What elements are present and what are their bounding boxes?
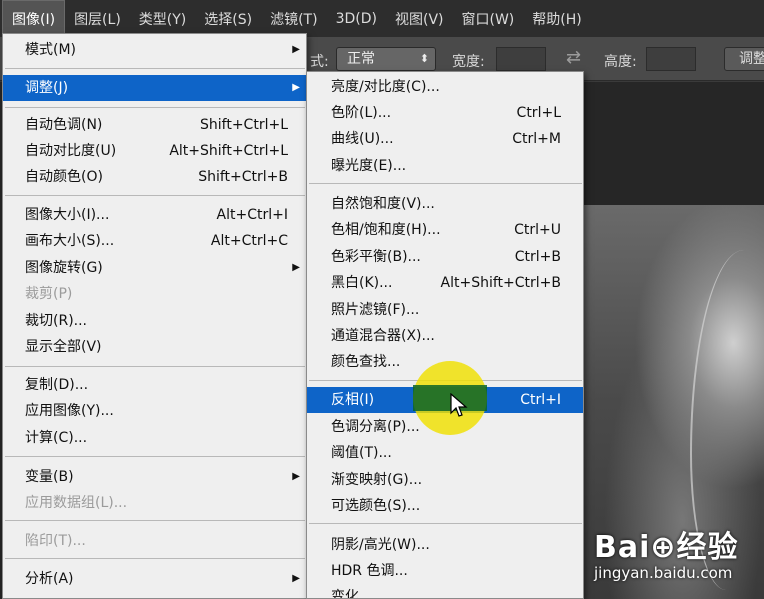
menu-item-brightness-contrast[interactable]: 亮度/对比度(C)... bbox=[307, 74, 583, 100]
menu-item-auto-contrast[interactable]: 自动对比度(U) Alt+Shift+Ctrl+L bbox=[3, 138, 306, 164]
menu-item-apply-image[interactable]: 应用图像(Y)... bbox=[3, 398, 306, 424]
submenu-arrow-icon: ▶ bbox=[292, 573, 300, 584]
width-label: 宽度: bbox=[452, 54, 485, 70]
menu-item-duplicate[interactable]: 复制(D)... bbox=[3, 372, 306, 398]
menu-item-calculations[interactable]: 计算(C)... bbox=[3, 425, 306, 451]
separator bbox=[5, 456, 305, 457]
menu-item-image-rotation[interactable]: 图像旋转(G) ▶ bbox=[3, 255, 306, 281]
width-input[interactable] bbox=[496, 47, 546, 71]
menu-item-auto-color[interactable]: 自动颜色(O) Shift+Ctrl+B bbox=[3, 164, 306, 190]
submenu-arrow-icon: ▶ bbox=[292, 262, 300, 273]
menu-item-hdr-toning[interactable]: HDR 色调... bbox=[307, 558, 583, 584]
submenu-arrow-icon: ▶ bbox=[292, 471, 300, 482]
menu-item-apply-data-set: 应用数据组(L)... bbox=[25, 495, 128, 511]
style-select[interactable]: 正常 ⬍ bbox=[336, 47, 436, 71]
menu-item-hue-saturation[interactable]: 色相/饱和度(H)... Ctrl+U bbox=[307, 217, 583, 243]
menu-item-gradient-map[interactable]: 渐变映射(G)... bbox=[307, 467, 583, 493]
separator bbox=[309, 183, 582, 184]
menu-window[interactable]: 窗口(W) bbox=[453, 0, 524, 37]
mouse-cursor-icon bbox=[450, 393, 468, 417]
adjustments-submenu: 亮度/对比度(C)... 色阶(L)... Ctrl+L 曲线(U)... Ctrl… bbox=[306, 71, 584, 599]
menu-item-variations[interactable]: 变化 bbox=[307, 584, 583, 598]
watermark-logo: Bai⊕经验 bbox=[594, 530, 739, 565]
style-value: 正常 bbox=[347, 51, 375, 67]
menu-item-auto-tone[interactable]: 自动色调(N) Shift+Ctrl+L bbox=[3, 112, 306, 138]
menu-item-shadows-highlights[interactable]: 阴影/高光(W)... bbox=[307, 532, 583, 558]
separator bbox=[5, 107, 305, 108]
menu-item-reveal-all[interactable]: 显示全部(V) bbox=[3, 334, 306, 360]
submenu-arrow-icon: ▶ bbox=[292, 44, 300, 55]
menu-view[interactable]: 视图(V) bbox=[386, 0, 453, 37]
menu-item-levels[interactable]: 色阶(L)... Ctrl+L bbox=[307, 100, 583, 126]
menu-3d[interactable]: 3D(D) bbox=[327, 0, 386, 37]
menu-item-channel-mixer[interactable]: 通道混合器(X)... bbox=[307, 323, 583, 349]
menu-select[interactable]: 选择(S) bbox=[195, 0, 261, 37]
style-label: 式: bbox=[310, 54, 329, 70]
menu-filter[interactable]: 滤镜(T) bbox=[261, 0, 326, 37]
menu-item-vibrance[interactable]: 自然饱和度(V)... bbox=[307, 191, 583, 217]
height-label: 高度: bbox=[604, 54, 637, 70]
menu-item-photo-filter[interactable]: 照片滤镜(F)... bbox=[307, 297, 583, 323]
menu-item-exposure[interactable]: 曝光度(E)... bbox=[307, 153, 583, 179]
menu-help[interactable]: 帮助(H) bbox=[523, 0, 590, 37]
separator bbox=[5, 195, 305, 196]
menu-item-image-size[interactable]: 图像大小(I)... Alt+Ctrl+I bbox=[3, 202, 306, 228]
baidu-watermark: Bai⊕经验 jingyan.baidu.com bbox=[594, 522, 739, 582]
menu-image[interactable]: 图像(I) bbox=[2, 0, 66, 37]
menu-item-variables[interactable]: 变量(B) ▶ bbox=[3, 464, 306, 490]
menu-bar: 图像(I) 图层(L) 类型(Y) 选择(S) 滤镜(T) 3D(D) 视图(V… bbox=[0, 0, 764, 37]
separator bbox=[5, 68, 305, 69]
menu-item-selective-color[interactable]: 可选颜色(S)... bbox=[307, 493, 583, 519]
swap-icon[interactable]: ⇄ bbox=[566, 47, 581, 68]
image-menu: 模式(M) ▶ 调整(J) ▶ 自动色调(N) Shift+Ctrl+L 自动对比度(… bbox=[2, 33, 307, 599]
height-input[interactable] bbox=[646, 47, 696, 71]
separator bbox=[5, 366, 305, 367]
watermark-url: jingyan.baidu.com bbox=[594, 564, 733, 582]
menu-item-color-balance[interactable]: 色彩平衡(B)... Ctrl+B bbox=[307, 244, 583, 270]
menu-item-canvas-size[interactable]: 画布大小(S)... Alt+Ctrl+C bbox=[3, 228, 306, 254]
menu-item-mode[interactable]: 模式(M) ▶ bbox=[3, 37, 306, 63]
menu-item-crop: 裁剪(P) bbox=[25, 286, 73, 302]
menu-item-curves[interactable]: 曲线(U)... Ctrl+M bbox=[307, 126, 583, 152]
separator bbox=[5, 558, 305, 559]
menu-layer[interactable]: 图层(L) bbox=[65, 0, 130, 37]
separator bbox=[5, 520, 305, 521]
menu-item-threshold[interactable]: 阈值(T)... bbox=[307, 440, 583, 466]
menu-type[interactable]: 类型(Y) bbox=[130, 0, 195, 37]
menu-item-trim[interactable]: 裁切(R)... bbox=[3, 308, 306, 334]
submenu-arrow-icon: ▶ bbox=[292, 82, 300, 93]
menu-item-trap: 陷印(T)... bbox=[25, 533, 86, 549]
menu-item-black-white[interactable]: 黑白(K)... Alt+Shift+Ctrl+B bbox=[307, 270, 583, 296]
menu-item-adjust[interactable]: 调整(J) ▶ bbox=[3, 75, 306, 101]
menu-item-analysis[interactable]: 分析(A) ▶ bbox=[3, 566, 306, 592]
refine-edge-button[interactable]: 调整 bbox=[724, 47, 764, 71]
updown-arrow-icon: ⬍ bbox=[419, 52, 429, 65]
separator bbox=[309, 523, 582, 524]
